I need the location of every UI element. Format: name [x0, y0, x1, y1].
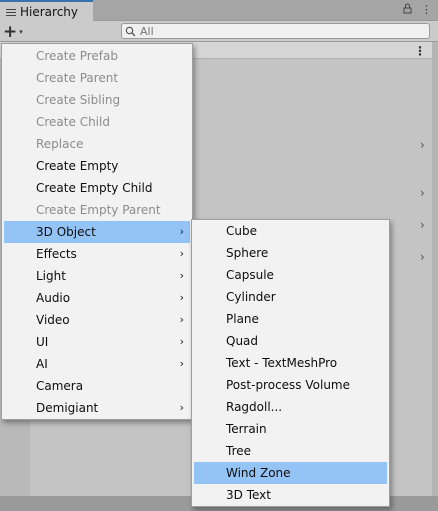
window-tab-strip: Hierarchy ⋮	[0, 0, 438, 22]
menu-item-label: Sphere	[226, 246, 269, 260]
menu-item-label: Terrain	[226, 422, 267, 436]
menu-item-label: Create Empty Parent	[36, 203, 161, 217]
menu-item-label: Text - TextMeshPro	[226, 356, 338, 370]
menu-item-label: Video	[36, 313, 70, 327]
submenu-arrow-icon: ›	[179, 225, 184, 238]
chevron-down-icon: ▾	[19, 28, 23, 36]
menu-item-label: Cube	[226, 224, 257, 238]
menu-item-label: Ragdoll...	[226, 400, 283, 414]
tab-hierarchy[interactable]: Hierarchy	[0, 0, 93, 22]
submenu-item-text-textmeshpro[interactable]: Text - TextMeshPro	[194, 352, 387, 374]
search-field[interactable]	[121, 23, 430, 39]
window-tools: ⋮	[403, 3, 432, 16]
menu-item-label: Wind Zone	[226, 466, 291, 480]
menu-item-create-empty[interactable]: Create Empty	[4, 155, 190, 177]
menu-item-label: Create Prefab	[36, 49, 118, 63]
menu-item-label: Create Child	[36, 115, 110, 129]
row-expand-arrow-icon[interactable]: ›	[420, 250, 425, 264]
menu-item-create-empty-child[interactable]: Create Empty Child	[4, 177, 190, 199]
menu-item-label: 3D Object	[36, 225, 96, 239]
menu-item-ui[interactable]: UI ›	[4, 331, 190, 353]
submenu-arrow-icon: ›	[179, 291, 184, 304]
submenu-item-post-process-volume[interactable]: Post-process Volume	[194, 374, 387, 396]
menu-item-label: UI	[36, 335, 49, 349]
menu-item-3d-object[interactable]: 3D Object ›	[4, 221, 190, 243]
submenu-item-sphere[interactable]: Sphere	[194, 242, 387, 264]
menu-item-label: Light	[36, 269, 66, 283]
plus-icon: +	[3, 22, 18, 42]
submenu-item-capsule[interactable]: Capsule	[194, 264, 387, 286]
menu-item-label: Create Sibling	[36, 93, 121, 107]
submenu-item-quad[interactable]: Quad	[194, 330, 387, 352]
menu-item-label: Effects	[36, 247, 77, 261]
menu-item-label: AI	[36, 357, 48, 371]
menu-item-label: Capsule	[226, 268, 274, 282]
menu-item-video[interactable]: Video ›	[4, 309, 190, 331]
menu-item-label: Create Parent	[36, 71, 119, 85]
menu-item-effects[interactable]: Effects ›	[4, 243, 190, 265]
menu-item-label: Audio	[36, 291, 71, 305]
submenu-arrow-icon: ›	[179, 313, 184, 326]
scene-menu-icon[interactable]: ⋮	[414, 44, 426, 58]
menu-item-label: Demigiant	[36, 401, 99, 415]
submenu-item-plane[interactable]: Plane	[194, 308, 387, 330]
menu-item-label: Post-process Volume	[226, 378, 350, 392]
submenu-item-ragdoll[interactable]: Ragdoll...	[194, 396, 387, 418]
submenu-item-3d-text[interactable]: 3D Text	[194, 484, 387, 506]
row-expand-arrow-icon[interactable]: ›	[420, 138, 425, 152]
submenu-arrow-icon: ›	[179, 247, 184, 260]
menu-item-label: Create Empty	[36, 159, 119, 173]
menu-item-label: Camera	[36, 379, 84, 393]
menu-item-camera[interactable]: Camera	[4, 375, 190, 397]
menu-item-label: 3D Text	[226, 488, 271, 502]
menu-item-create-empty-parent[interactable]: Create Empty Parent	[4, 199, 190, 221]
submenu-item-wind-zone[interactable]: Wind Zone	[194, 462, 387, 484]
submenu-item-cylinder[interactable]: Cylinder	[194, 286, 387, 308]
menu-item-label: Tree	[226, 444, 252, 458]
menu-item-replace[interactable]: Replace	[4, 133, 190, 155]
3d-object-submenu: Cube Sphere Capsule Cylinder Plane Quad …	[191, 219, 390, 507]
menu-item-create-prefab[interactable]: Create Prefab	[4, 45, 190, 67]
menu-item-light[interactable]: Light ›	[4, 265, 190, 287]
menu-item-create-sibling[interactable]: Create Sibling	[4, 89, 190, 111]
menu-item-create-child[interactable]: Create Child	[4, 111, 190, 133]
submenu-arrow-icon: ›	[179, 357, 184, 370]
menu-item-label: Cylinder	[226, 290, 276, 304]
submenu-arrow-icon: ›	[179, 335, 184, 348]
vertical-scrollbar[interactable]	[432, 42, 438, 496]
submenu-item-tree[interactable]: Tree	[194, 440, 387, 462]
search-input[interactable]	[140, 24, 400, 38]
menu-item-label: Plane	[226, 312, 259, 326]
submenu-arrow-icon: ›	[179, 401, 184, 414]
menu-item-label: Replace	[36, 137, 84, 151]
submenu-item-terrain[interactable]: Terrain	[194, 418, 387, 440]
menu-item-label: Quad	[226, 334, 259, 348]
lock-icon[interactable]	[403, 3, 412, 14]
menu-item-demigiant[interactable]: Demigiant ›	[4, 397, 190, 419]
menu-item-ai[interactable]: AI ›	[4, 353, 190, 375]
row-expand-arrow-icon[interactable]: ›	[420, 186, 425, 200]
submenu-arrow-icon: ›	[179, 269, 184, 282]
tab-title: Hierarchy	[20, 5, 79, 19]
menu-item-create-parent[interactable]: Create Parent	[4, 67, 190, 89]
row-expand-arrow-icon[interactable]: ›	[420, 218, 425, 232]
menu-item-label: Create Empty Child	[36, 181, 153, 195]
window-more-icon[interactable]: ⋮	[421, 3, 432, 16]
create-context-menu: Create Prefab Create Parent Create Sibli…	[1, 43, 193, 420]
create-dropdown-button[interactable]: + ▾	[3, 23, 31, 41]
submenu-item-cube[interactable]: Cube	[194, 220, 387, 242]
menu-item-audio[interactable]: Audio ›	[4, 287, 190, 309]
list-icon	[6, 8, 16, 16]
search-icon	[125, 26, 136, 36]
hierarchy-toolbar: + ▾	[0, 21, 438, 42]
